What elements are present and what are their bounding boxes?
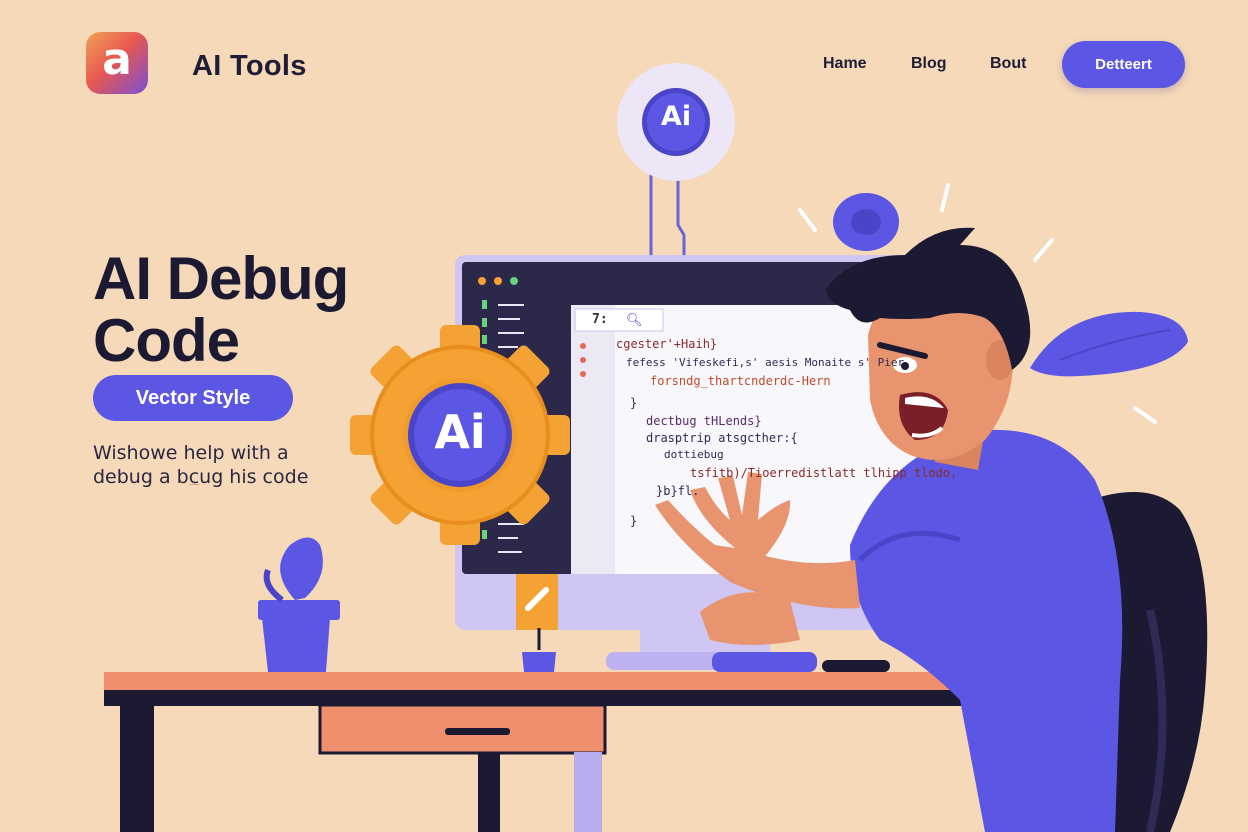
editor-tab[interactable]: 7: — [592, 312, 608, 327]
code-line: drasptrip atsgcther:{ — [646, 431, 798, 445]
code-line: dottiebug — [664, 448, 724, 461]
app-logo[interactable]: a — [86, 32, 148, 94]
subtitle-part: ug his code — [199, 466, 309, 488]
search-icon[interactable]: 🔍︎ — [626, 312, 643, 328]
code-line: } — [630, 514, 638, 528]
brand-name: AI Tools — [192, 50, 307, 82]
hero-subtitle: Wishowe help with a debug a bcug his cod… — [93, 441, 308, 489]
vector-style-button[interactable]: Vector Style — [93, 375, 293, 421]
code-line: fefess 'Vifeskefi,s' aesis Monaite s' Pi… — [626, 356, 905, 369]
header-cta-button[interactable]: Detteert — [1062, 41, 1185, 88]
nav-link-home[interactable]: Hame — [823, 55, 867, 73]
headline-line-1: AI Debug — [93, 245, 349, 312]
code-line: } — [630, 396, 638, 410]
subtitle-line-2: debug a bcug his code — [93, 465, 308, 489]
code-line: cgester'+Haih} — [616, 337, 718, 351]
code-line: tsfitb)/Tioerredistlatt tlhipp tlodo, — [690, 466, 958, 480]
hero-headline: AI Debug Code — [93, 245, 349, 374]
gear-ai-label: Ai — [434, 405, 486, 459]
ai-badge-top: Ai — [660, 101, 692, 132]
headline-line-2: Code — [93, 307, 240, 374]
subtitle-line-1: Wishowe help with a — [93, 442, 289, 464]
nav-link-about[interactable]: Bout — [990, 55, 1026, 73]
code-line: forsndg_thartcnderdc-Hern — [650, 374, 831, 388]
subtitle-part: c — [188, 466, 200, 488]
code-line: }b}fl. — [656, 484, 700, 498]
logo-letter: a — [102, 34, 132, 85]
code-line: dectbug tHLends} — [646, 414, 762, 428]
subtitle-part: debug a b — [93, 466, 189, 488]
nav-link-blog[interactable]: Blog — [911, 55, 947, 73]
